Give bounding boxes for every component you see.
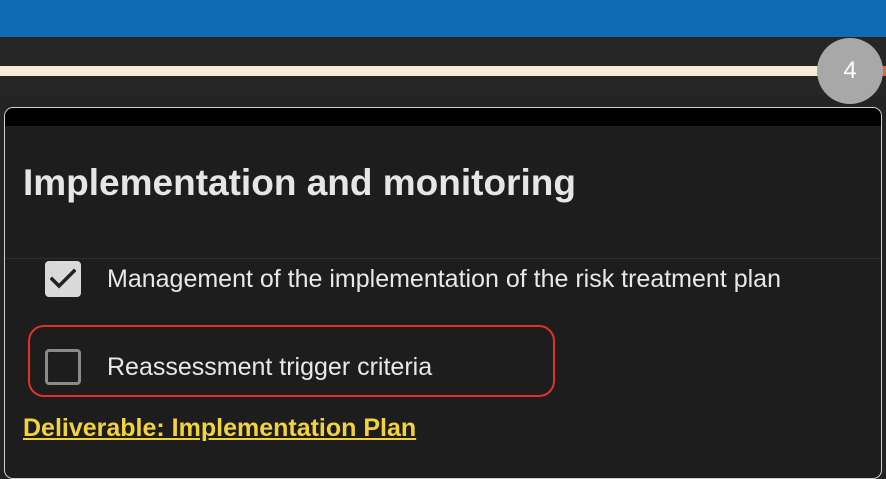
top-bar <box>0 0 886 37</box>
checklist-item-reassessment-criteria[interactable]: Reassessment trigger criteria <box>45 349 432 385</box>
step-number-badge[interactable]: 4 <box>817 38 883 104</box>
card-header <box>5 108 881 126</box>
checkmark-icon <box>50 268 76 289</box>
progress-track <box>0 66 886 76</box>
card-title: Implementation and monitoring <box>23 162 576 203</box>
checkbox-unchecked[interactable] <box>45 349 81 385</box>
divider <box>5 258 881 259</box>
checklist-card: Implementation and monitoring Management… <box>4 107 882 479</box>
checkbox-checked[interactable] <box>45 261 81 297</box>
deliverable-link[interactable]: Deliverable: Implementation Plan <box>23 414 416 443</box>
checklist-item-label: Reassessment trigger criteria <box>107 352 433 381</box>
checklist-item-implementation-management[interactable]: Management of the implementation of the … <box>45 261 781 297</box>
checklist-item-label: Management of the implementation of the … <box>107 264 781 293</box>
